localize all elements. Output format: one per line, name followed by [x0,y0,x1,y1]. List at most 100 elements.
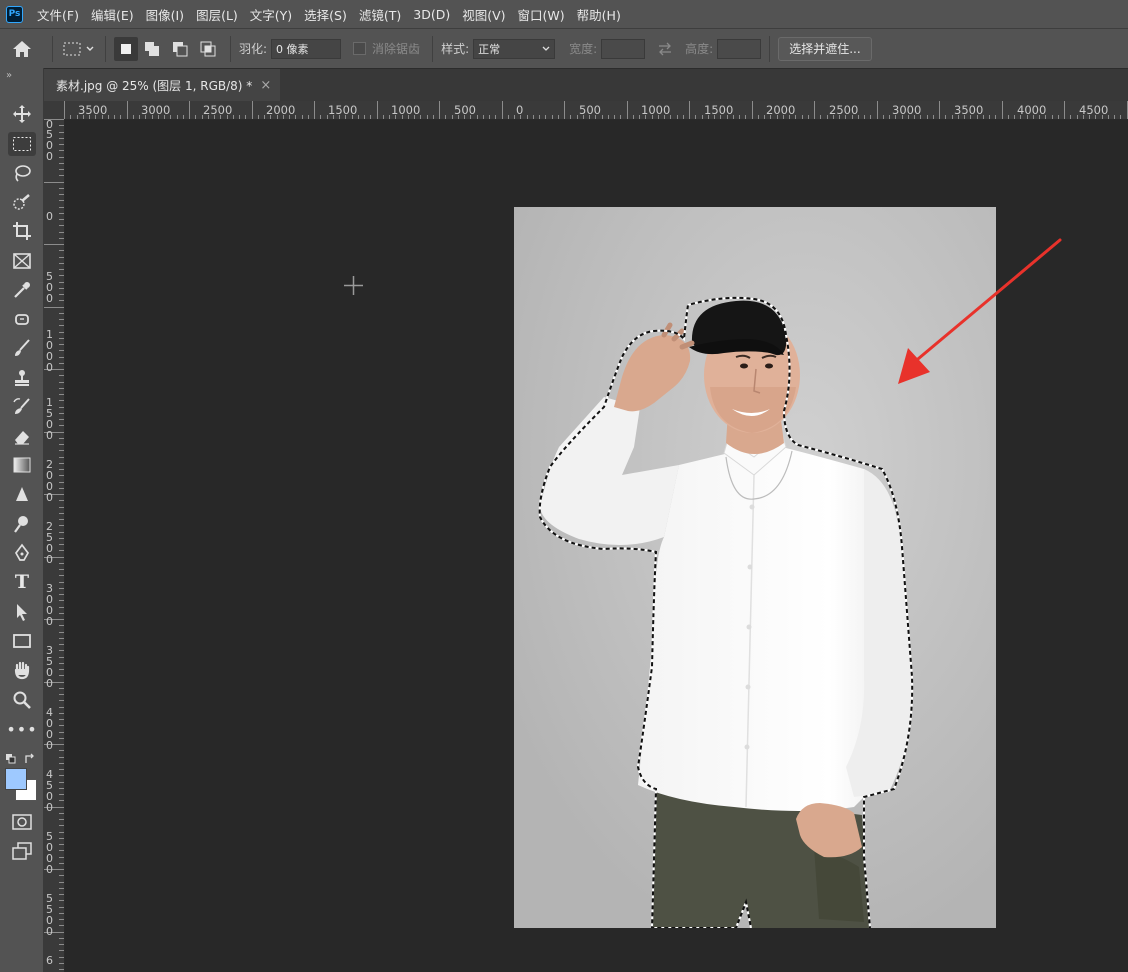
ruler-label: 2500 [203,103,233,117]
ruler-label: 2000 [266,103,296,117]
menu-filter[interactable]: 滤镜(T) [359,5,401,24]
horizontal-ruler[interactable]: 3500 3000 2500 2000 1500 1000 500 0 500 … [64,101,1128,120]
separator [230,35,231,62]
history-brush-icon[interactable] [8,395,36,419]
ruler-label: 3500 [954,103,984,117]
ruler-label: 1 0 0 0 [46,328,53,374]
ruler-label: 1000 [641,103,671,117]
blur-icon[interactable] [8,483,36,507]
ruler-label: 1 5 0 0 [46,396,53,442]
swap-dimensions-icon[interactable] [645,37,685,61]
separator [769,35,771,62]
marquee-preset-icon[interactable] [61,37,97,61]
width-label: 宽度: [569,42,598,56]
stamp-icon[interactable] [8,366,36,390]
style-label: 样式: [441,42,470,56]
ruler-label: 2 0 0 0 [46,458,53,504]
ruler-label: 3 5 0 0 [46,644,53,690]
quick-mask-icon[interactable] [8,810,36,834]
ruler-label: 2500 [829,103,859,117]
ruler-label: 5 0 0 0 [46,830,53,876]
separator [432,35,434,62]
gradient-icon[interactable] [8,453,36,477]
separator [52,35,53,62]
antialias-label: 消除锯齿 [372,42,421,56]
menu-edit[interactable]: 编辑(E) [91,5,134,24]
menu-type[interactable]: 文字(Y) [250,5,292,24]
ruler-label: 1000 [391,103,421,117]
feather-input[interactable]: 0 像素 [271,38,342,59]
ruler-label: 4 0 0 0 [46,706,53,752]
healing-icon[interactable] [8,307,36,331]
brush-icon[interactable] [8,336,36,360]
add-to-selection-icon[interactable] [138,37,166,61]
ruler-label: 500 [579,103,601,117]
eyedropper-icon[interactable] [8,278,36,302]
height-label: 高度: [685,42,714,56]
height-input[interactable] [717,38,762,59]
hand-icon[interactable] [8,658,36,682]
default-colors-icon[interactable] [5,750,17,769]
menu-3d[interactable]: 3D(D) [413,7,450,22]
menu-file[interactable]: 文件(F) [37,5,79,24]
ruler-label: 500 [454,103,476,117]
separator [105,35,106,62]
document-tab[interactable]: 素材.jpg @ 25% (图层 1, RGB/8) * × [44,69,280,102]
crosshair-cursor-icon [344,276,363,295]
eraser-icon[interactable] [8,424,36,448]
select-and-mask-button[interactable]: 选择并遮住... [778,36,872,61]
menu-view[interactable]: 视图(V) [462,5,505,24]
pen-icon[interactable] [8,541,36,565]
chevron-down-icon [542,46,550,51]
ruler-corner [44,101,64,119]
ruler-label: 4500 [1079,103,1109,117]
ruler-label: 2 5 0 0 [46,520,53,566]
menu-window[interactable]: 窗口(W) [518,5,565,24]
lasso-icon[interactable] [8,161,36,185]
home-icon[interactable] [0,29,44,69]
ruler-label: 5 0 0 [46,270,53,305]
ruler-label: 4000 [1017,103,1047,117]
dodge-icon[interactable] [8,512,36,536]
vertical-ruler[interactable]: 0 500 0 5 0 0 1 0 0 0 1 5 0 0 2 0 0 0 2 … [44,119,65,972]
ruler-label: 3 0 0 0 [46,582,53,628]
ruler-label: 500 [46,128,53,163]
zoom-icon[interactable] [8,688,36,712]
foreground-color-swatch[interactable] [5,768,27,790]
screen-mode-icon[interactable] [8,839,36,863]
antialias-checkbox[interactable] [353,42,367,55]
frame-icon[interactable] [8,249,36,273]
menu-image[interactable]: 图像(I) [146,5,184,24]
path-select-icon[interactable] [8,600,36,624]
intersect-selection-icon[interactable] [194,37,222,61]
style-select[interactable]: 正常 [473,38,556,59]
collapse-panel-icon[interactable]: » [6,70,12,81]
type-icon[interactable]: T [8,570,36,594]
quick-select-icon[interactable] [8,190,36,214]
options-bar: 羽化: 0 像素 消除锯齿 样式: 正常 宽度: 高度: 选择并遮住... [0,28,1128,68]
menu-layer[interactable]: 图层(L) [196,5,238,24]
document-tab-title: 素材.jpg @ 25% (图层 1, RGB/8) * [56,79,253,93]
photoshop-logo-icon: Ps [6,5,23,23]
subtract-from-selection-icon[interactable] [166,37,194,61]
width-input[interactable] [601,38,646,59]
ruler-label: 3500 [78,103,108,117]
menu-help[interactable]: 帮助(H) [577,5,621,24]
rectangle-icon[interactable] [8,629,36,653]
menu-bar: Ps 文件(F) 编辑(E) 图像(I) 图层(L) 文字(Y) 选择(S) 滤… [0,0,1128,28]
move-icon[interactable] [8,102,36,126]
swap-colors-icon[interactable] [24,750,36,769]
ruler-label: 1500 [704,103,734,117]
crop-icon[interactable] [8,219,36,243]
ruler-label: 3000 [141,103,171,117]
document-tab-bar: 素材.jpg @ 25% (图层 1, RGB/8) * × [44,68,1128,102]
menu-select[interactable]: 选择(S) [304,5,347,24]
more-icon[interactable]: ••• [6,717,36,741]
ruler-label: 6 [46,954,53,967]
marquee-icon[interactable] [8,132,36,156]
annotation-arrow-icon [898,238,1062,384]
close-icon[interactable]: × [260,78,271,93]
feather-label: 羽化: [239,42,268,56]
tools-panel: » T ••• [0,68,44,972]
new-selection-icon[interactable] [114,36,138,61]
